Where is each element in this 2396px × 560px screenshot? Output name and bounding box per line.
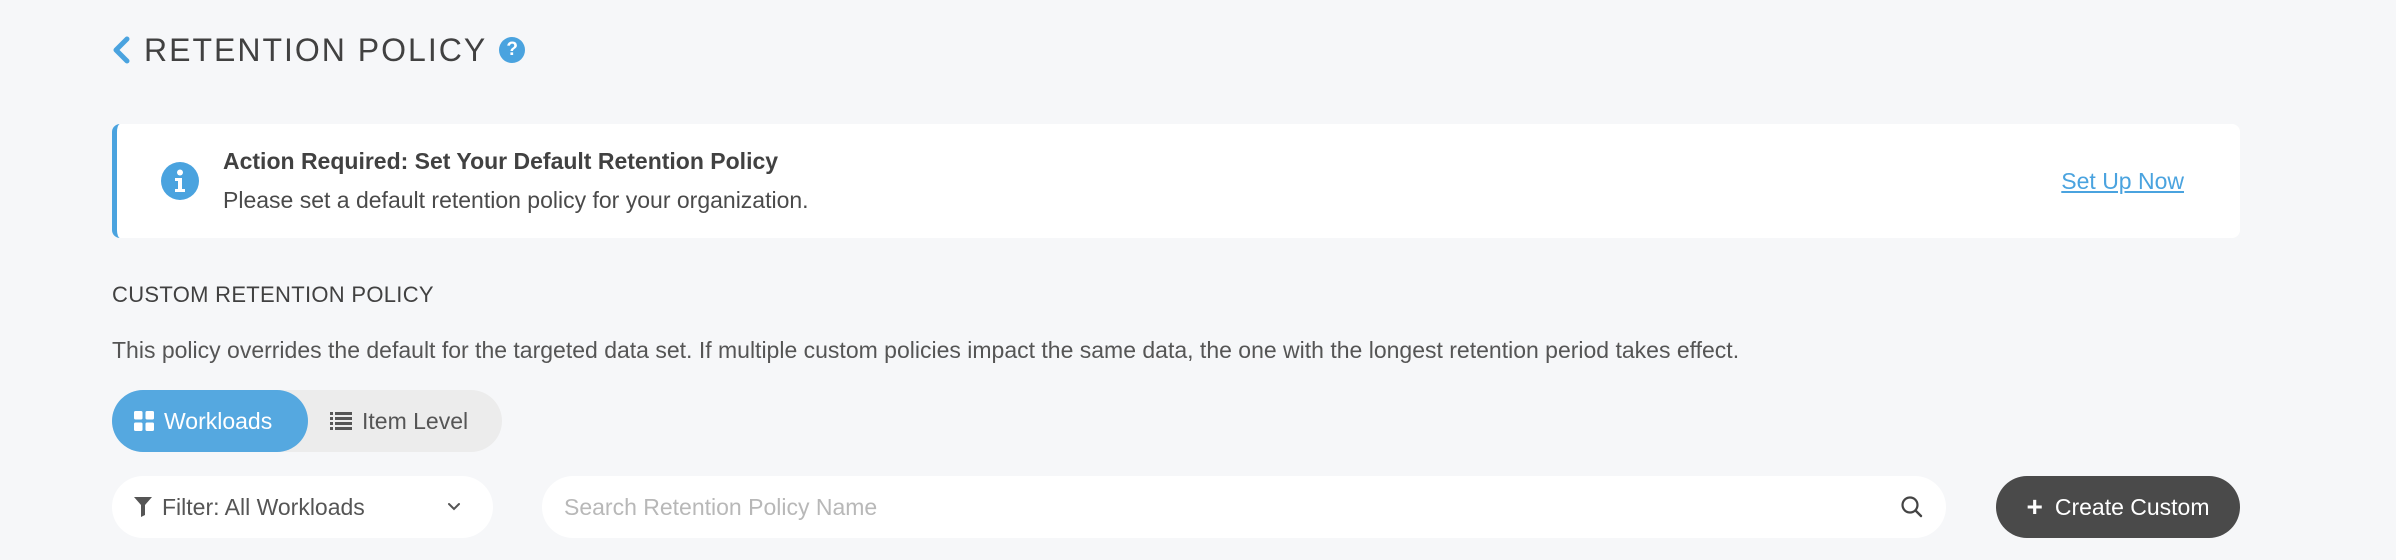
tab-item-level-label: Item Level [362,407,469,434]
page-header: RETENTION POLICY ? [112,28,526,72]
section-title: CUSTOM RETENTION POLICY [112,282,434,307]
view-toggle: Workloads Item Level [112,390,502,452]
help-icon[interactable]: ? [499,37,526,63]
search-input[interactable] [564,493,1900,521]
plus-icon: + [2026,491,2043,522]
filter-label: Filter: All Workloads [162,493,365,520]
tab-workloads[interactable]: Workloads [112,390,308,452]
tab-item-level[interactable]: Item Level [308,390,490,452]
set-up-now-link[interactable]: Set Up Now [2061,168,2184,195]
workload-filter-dropdown[interactable]: Filter: All Workloads [112,476,493,538]
search-icon[interactable] [1900,495,1924,519]
back-chevron-icon[interactable] [112,35,134,65]
create-custom-button[interactable]: + Create Custom [1996,476,2240,538]
action-required-alert: Action Required: Set Your Default Retent… [112,124,2240,238]
tab-workloads-label: Workloads [164,407,273,434]
filter-icon [134,497,152,517]
info-icon [161,162,199,200]
search-box [542,476,1946,538]
alert-title: Action Required: Set Your Default Retent… [223,148,779,174]
create-custom-label: Create Custom [2054,493,2210,520]
grid-icon [134,411,154,431]
alert-text: Action Required: Set Your Default Retent… [223,148,2061,214]
page: RETENTION POLICY ? Action Required: Set … [0,0,2396,560]
section-description: This policy overrides the default for th… [112,337,1740,363]
list-icon [330,412,352,430]
chevron-down-icon [447,502,461,512]
page-title: RETENTION POLICY [144,31,488,68]
alert-message: Please set a default retention policy fo… [223,187,809,213]
